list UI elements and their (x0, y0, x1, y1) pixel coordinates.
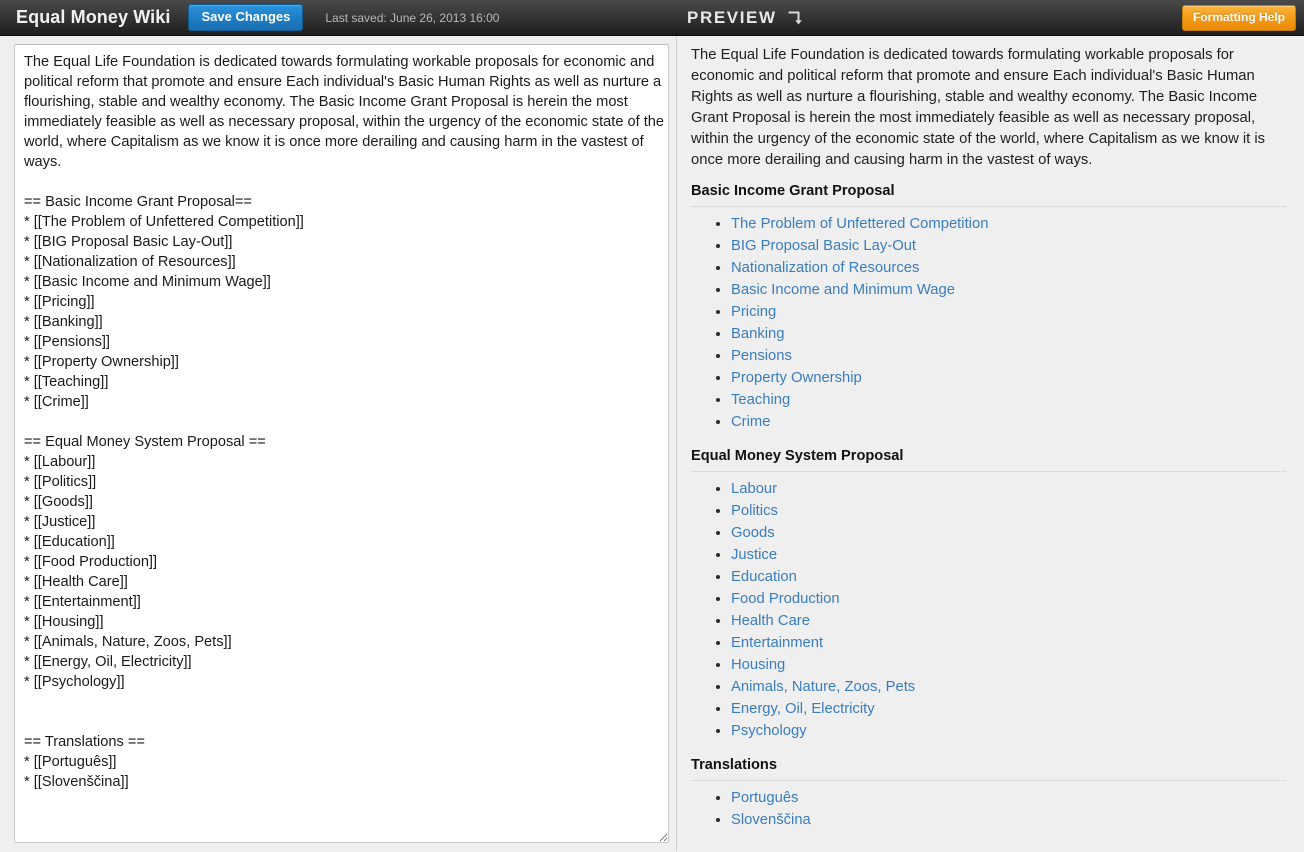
preview-label: PREVIEW (687, 8, 777, 28)
list-item: Energy, Oil, Electricity (731, 698, 1286, 720)
list-item: Psychology (731, 720, 1286, 742)
editor-preview-split: The Equal Life Foundation is dedicated t… (0, 36, 1304, 851)
corner-down-arrow-icon (786, 10, 802, 26)
wiki-link[interactable]: Energy, Oil, Electricity (731, 701, 875, 717)
wiki-link[interactable]: Banking (731, 326, 784, 342)
toolbar-left-group: Equal Money Wiki Save Changes Last saved… (0, 0, 677, 35)
list-item: The Problem of Unfettered Competition (731, 213, 1286, 235)
list-item: Education (731, 566, 1286, 588)
preview-section: Equal Money System Proposal Labour Polit… (691, 448, 1286, 742)
formatting-help-button[interactable]: Formatting Help (1182, 5, 1296, 31)
wiki-link[interactable]: Português (731, 790, 798, 806)
editor-pane (0, 36, 677, 851)
list-item: Teaching (731, 389, 1286, 411)
wiki-link[interactable]: Animals, Nature, Zoos, Pets (731, 679, 915, 695)
list-item: Entertainment (731, 632, 1286, 654)
wiki-link[interactable]: Entertainment (731, 635, 823, 651)
wiki-link[interactable]: Politics (731, 503, 778, 519)
last-saved-status: Last saved: June 26, 2013 16:00 (325, 11, 499, 25)
preview-section: Basic Income Grant Proposal The Problem … (691, 183, 1286, 433)
list-item: Property Ownership (731, 367, 1286, 389)
wiki-link[interactable]: BIG Proposal Basic Lay-Out (731, 238, 916, 254)
preview-section-heading: Equal Money System Proposal (691, 448, 1286, 472)
toolbar-right-group: PREVIEW Formatting Help (677, 0, 1304, 35)
wiki-link[interactable]: Education (731, 569, 797, 585)
wiki-link[interactable]: Food Production (731, 591, 840, 607)
wiki-link[interactable]: Property Ownership (731, 370, 862, 386)
list-item: Housing (731, 654, 1286, 676)
wiki-link[interactable]: Crime (731, 414, 770, 430)
preview-section-heading: Translations (691, 757, 1286, 781)
wiki-link[interactable]: Psychology (731, 723, 807, 739)
list-item: Nationalization of Resources (731, 257, 1286, 279)
list-item: Food Production (731, 588, 1286, 610)
preview-intro-paragraph: The Equal Life Foundation is dedicated t… (691, 45, 1286, 171)
preview-section-heading: Basic Income Grant Proposal (691, 183, 1286, 207)
wiki-link[interactable]: Housing (731, 657, 785, 673)
list-item: Goods (731, 522, 1286, 544)
list-item: Banking (731, 323, 1286, 345)
preview-pane: The Equal Life Foundation is dedicated t… (677, 36, 1304, 851)
list-item: Português (731, 787, 1286, 809)
list-item: Pensions (731, 345, 1286, 367)
preview-link-list: The Problem of Unfettered Competition BI… (691, 213, 1286, 433)
list-item: Crime (731, 411, 1286, 433)
wiki-link[interactable]: Slovenščina (731, 812, 811, 828)
list-item: Pricing (731, 301, 1286, 323)
wiki-link[interactable]: Pensions (731, 348, 792, 364)
list-item: Animals, Nature, Zoos, Pets (731, 676, 1286, 698)
list-item: BIG Proposal Basic Lay-Out (731, 235, 1286, 257)
wiki-link[interactable]: Health Care (731, 613, 810, 629)
list-item: Health Care (731, 610, 1286, 632)
wiki-link[interactable]: Nationalization of Resources (731, 260, 919, 276)
wiki-link[interactable]: Justice (731, 547, 777, 563)
wiki-link[interactable]: Teaching (731, 392, 790, 408)
top-toolbar: Equal Money Wiki Save Changes Last saved… (0, 0, 1304, 36)
wiki-link[interactable]: Labour (731, 481, 777, 497)
list-item: Justice (731, 544, 1286, 566)
wiki-source-textarea[interactable] (14, 44, 669, 843)
page-title: Equal Money Wiki (16, 7, 170, 28)
wiki-link[interactable]: Pricing (731, 304, 776, 320)
list-item: Politics (731, 500, 1286, 522)
wiki-link[interactable]: The Problem of Unfettered Competition (731, 216, 988, 232)
wiki-link[interactable]: Basic Income and Minimum Wage (731, 282, 955, 298)
preview-section: Translations Português Slovenščina (691, 757, 1286, 831)
list-item: Slovenščina (731, 809, 1286, 831)
list-item: Basic Income and Minimum Wage (731, 279, 1286, 301)
wiki-link[interactable]: Goods (731, 525, 775, 541)
preview-link-list: Português Slovenščina (691, 787, 1286, 831)
preview-link-list: Labour Politics Goods Justice Education … (691, 478, 1286, 742)
save-changes-button[interactable]: Save Changes (188, 4, 303, 31)
list-item: Labour (731, 478, 1286, 500)
